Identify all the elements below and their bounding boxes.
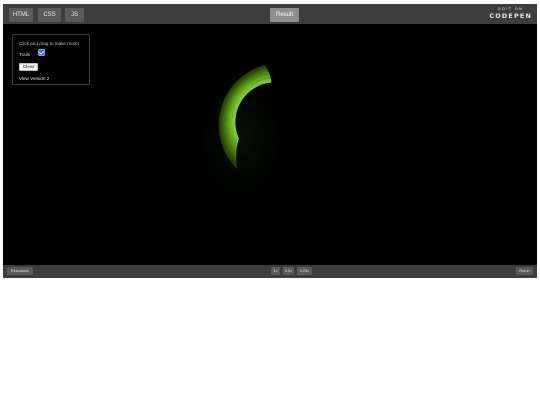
logo-codepen: CODEPEN bbox=[489, 12, 532, 20]
zoom-1x-button[interactable]: 1× bbox=[271, 267, 280, 275]
controls-panel: Click and drag to make more! Trails Clea… bbox=[12, 34, 90, 85]
resources-button[interactable]: Resources bbox=[7, 267, 33, 275]
zoom-half-button[interactable]: 0.5× bbox=[283, 267, 294, 275]
zoom-quarter-button[interactable]: 0.25× bbox=[297, 267, 312, 275]
bottom-bar: Resources 1× 0.5× 0.25× Rerun bbox=[3, 265, 537, 278]
trails-checkbox[interactable] bbox=[38, 49, 45, 56]
instruction-text: Click and drag to make more! bbox=[19, 41, 79, 46]
rerun-button[interactable]: Rerun bbox=[516, 267, 533, 275]
tab-html[interactable]: HTML bbox=[9, 8, 33, 22]
version-2-link[interactable]: View Version 2 bbox=[19, 76, 49, 81]
top-bar: HTML CSS JS Result EDIT ON CODEPEN bbox=[3, 4, 537, 24]
trails-label: Trails bbox=[19, 52, 31, 57]
tab-js[interactable]: JS bbox=[65, 8, 84, 22]
clear-button[interactable]: Clear bbox=[19, 63, 38, 71]
codepen-logo[interactable]: EDIT ON CODEPEN bbox=[489, 7, 532, 20]
tab-result[interactable]: Result bbox=[270, 8, 299, 22]
result-canvas[interactable]: Click and drag to make more! Trails Clea… bbox=[3, 24, 537, 265]
tab-css[interactable]: CSS bbox=[38, 8, 61, 22]
codepen-embed: HTML CSS JS Result EDIT ON CODEPEN Click… bbox=[3, 4, 537, 278]
